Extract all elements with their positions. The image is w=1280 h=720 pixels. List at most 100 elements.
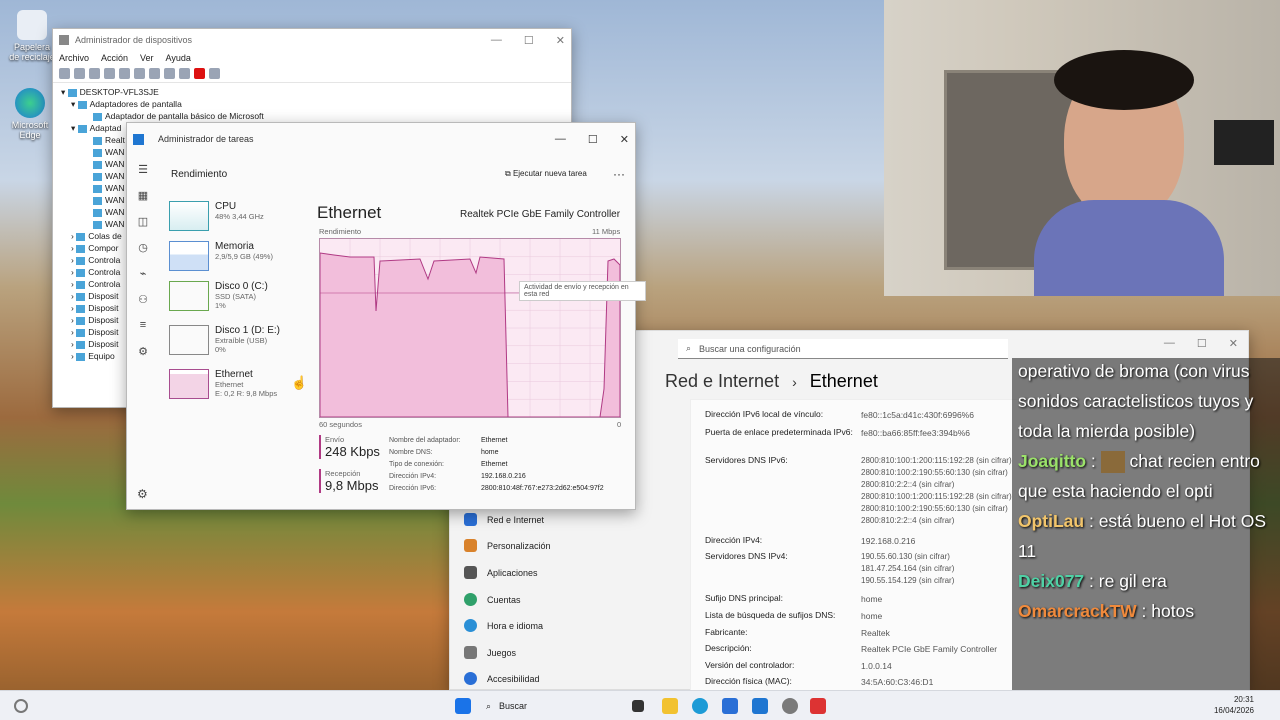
detail-ipv6: Dirección IPv6: 2800:810:48f:767:e273:2d6… (389, 485, 604, 492)
close-icon[interactable]: ✕ (620, 133, 629, 146)
cpu-thumbnail (169, 201, 209, 231)
settings-window-controls: — ☐ ✕ (1164, 337, 1238, 350)
detail-row: Servidores DNS IPv6: 2800:810:100:1:200:1… (705, 455, 1012, 525)
perf-item-disk1[interactable]: Disco 1 (D: E:) Extraíble (USB) 0% (169, 325, 309, 361)
minimize-icon[interactable]: — (1164, 337, 1175, 350)
clock-time: 20:31 (1233, 695, 1254, 704)
settings-search[interactable]: ⌕ Buscar una configuración (678, 339, 1008, 359)
maximize-icon[interactable]: ☐ (1197, 337, 1207, 350)
network-icon (93, 172, 102, 181)
chat-message: Deix077 : re gil era (1018, 571, 1167, 591)
nav-cuentas[interactable]: Cuentas (464, 593, 521, 606)
properties-icon[interactable] (104, 68, 115, 79)
hamburger-icon[interactable]: ☰ (133, 163, 153, 189)
task-view-icon[interactable] (632, 700, 644, 712)
display-icon (93, 112, 102, 121)
menu-ver[interactable]: Ver (140, 53, 154, 63)
device-manager-icon (59, 35, 69, 45)
network-icon (93, 208, 102, 217)
maximize-icon[interactable]: ☐ (524, 34, 534, 47)
services-icon[interactable]: ⚙ (133, 345, 153, 371)
new-task-button[interactable]: ⧉ Ejecutar nueva tarea (505, 169, 587, 179)
task-manager-window[interactable]: Administrador de tareas — ☐ ✕ ☰ ▦ ◫ ◷ ⌁ ⚇ … (126, 122, 646, 510)
users-icon[interactable]: ⚇ (133, 293, 153, 319)
page-title: Ethernet (809, 371, 878, 391)
edge-icon[interactable]: Microsoft Edge (6, 88, 54, 140)
history-icon[interactable]: ◷ (133, 241, 153, 267)
menu-archivo[interactable]: Archivo (59, 53, 89, 63)
help-icon[interactable] (119, 68, 130, 79)
nav-personalizacion[interactable]: Personalización (464, 539, 551, 552)
detail-row: Puerta de enlace predeterminada IPv6: fe8… (705, 427, 971, 438)
settings-gear-icon[interactable]: ⚙ (137, 487, 148, 501)
settings-taskbar-icon[interactable] (782, 698, 798, 714)
recycle-bin-icon[interactable]: Papelera de reciclaje (8, 10, 56, 62)
edge-taskbar-icon[interactable] (692, 698, 708, 714)
receive-area (319, 252, 621, 418)
mouse-cursor-icon: ☝ (291, 375, 308, 390)
details-icon[interactable]: ≡ (133, 319, 153, 345)
breadcrumb-separator: › (792, 374, 797, 390)
menu-bar: Archivo Acción Ver Ayuda (53, 51, 571, 65)
disable-icon[interactable] (179, 68, 190, 79)
file-explorer-icon[interactable] (662, 698, 678, 714)
perf-item-disk0[interactable]: Disco 0 (C:) SSD (SATA) 1% (169, 281, 309, 317)
uninstall-icon[interactable] (194, 68, 205, 79)
chat-message: OptiLau : está bueno el Hot OS 11 (1018, 511, 1267, 561)
performance-icon[interactable]: ◫ (133, 215, 153, 241)
close-icon[interactable]: ✕ (556, 34, 565, 47)
detail-row: Sufijo DNS principal: home (705, 593, 883, 604)
more-options-button[interactable]: ··· (613, 167, 625, 181)
minimize-icon[interactable]: — (491, 34, 502, 47)
desktop-icon-label: Microsoft Edge (11, 120, 49, 140)
store-icon[interactable] (722, 698, 738, 714)
app-taskbar-icon[interactable] (810, 698, 826, 714)
nav-red-internet[interactable]: Red e Internet (464, 513, 544, 526)
update-driver-icon[interactable] (164, 68, 175, 79)
processes-icon[interactable]: ▦ (133, 189, 153, 215)
clock[interactable]: 20:31 16/04/2026 (1210, 694, 1254, 716)
close-icon[interactable]: ✕ (1229, 337, 1238, 350)
widgets-icon[interactable] (14, 699, 28, 713)
forward-icon[interactable] (74, 68, 85, 79)
account-icon (464, 593, 477, 606)
menu-accion[interactable]: Acción (101, 53, 128, 63)
device-icon (76, 232, 86, 241)
detail-row: Dirección IPv4: 192.168.0.216 (705, 535, 916, 546)
start-icon[interactable] (455, 698, 471, 714)
download-icon[interactable] (209, 68, 220, 79)
maximize-icon[interactable]: ☐ (588, 133, 598, 146)
task-manager-titlebar[interactable]: Administrador de tareas — ☐ ✕ (127, 123, 635, 155)
minimize-icon[interactable]: — (555, 133, 566, 146)
tree-item[interactable]: ▾ DESKTOP-VFL3SJE (61, 86, 563, 98)
disk1-thumbnail (169, 325, 209, 355)
breadcrumb-parent[interactable]: Red e Internet (665, 371, 779, 391)
nav-juegos[interactable]: Juegos (464, 646, 516, 659)
globe-icon (464, 619, 477, 632)
startup-icon[interactable]: ⌁ (133, 267, 153, 293)
perf-item-memory[interactable]: Memoria 2,9/5,9 GB (49%) (169, 241, 309, 277)
perf-item-ethernet[interactable]: Ethernet Ethernet E: 0,2 R: 9,8 Mbps (169, 369, 309, 405)
tree-item[interactable]: ▾ Adaptadores de pantalla (61, 98, 563, 110)
detail-row: Fabricante: Realtek (705, 627, 890, 638)
back-icon[interactable] (59, 68, 70, 79)
window-title: Administrador de tareas (158, 134, 254, 144)
taskbar-search[interactable]: ⌕ Buscar (482, 697, 612, 715)
tree-item[interactable]: Adaptador de pantalla básico de Microsof… (61, 110, 563, 122)
view-icon[interactable] (89, 68, 100, 79)
menu-ayuda[interactable]: Ayuda (166, 53, 191, 63)
chat-username: Deix077 (1018, 571, 1085, 591)
chat-message: operativo de broma (con virus sonidos ca… (1018, 361, 1254, 441)
network-icon (93, 196, 102, 205)
search-icon: ⌕ (486, 700, 492, 711)
task-manager-taskbar-icon[interactable] (752, 698, 768, 714)
nav-hora-idioma[interactable]: Hora e idioma (464, 619, 543, 632)
chat-message: Joaqitto : chat recien entro que esta ha… (1018, 451, 1260, 501)
graph-tooltip: Actividad de envío y recepción en esta r… (519, 281, 646, 301)
perf-item-cpu[interactable]: CPU 48% 3,44 GHz (169, 201, 309, 237)
scan-icon[interactable] (134, 68, 145, 79)
device-manager-titlebar[interactable]: Administrador de dispositivos — ☐ ✕ (53, 29, 571, 51)
monitor-icon[interactable] (149, 68, 160, 79)
nav-accesibilidad[interactable]: Accesibilidad (464, 672, 540, 685)
nav-aplicaciones[interactable]: Aplicaciones (464, 566, 538, 579)
